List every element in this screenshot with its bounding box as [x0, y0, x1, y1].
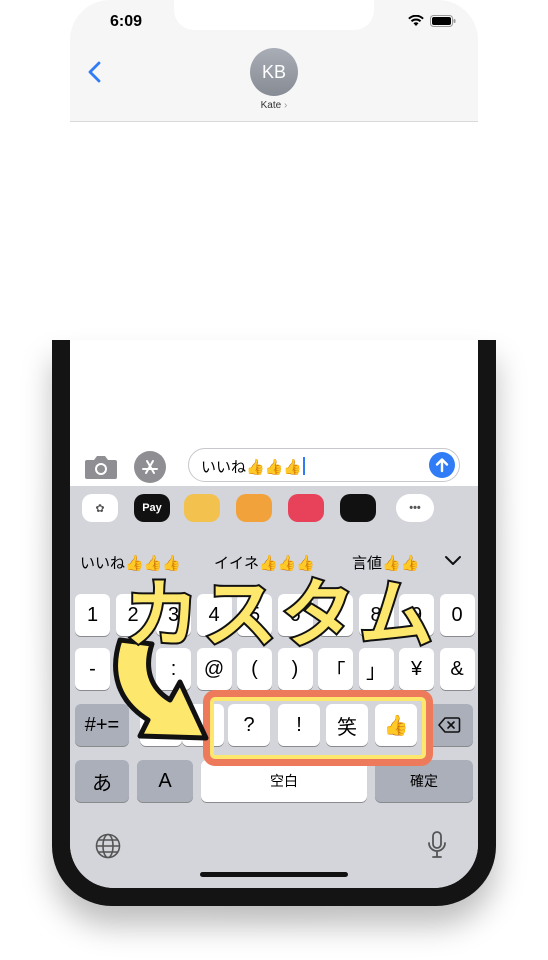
- space-key[interactable]: 空白: [201, 760, 367, 802]
- appstore-glyph-icon: [142, 460, 158, 474]
- composer-row: いいね👍👍👍: [70, 444, 478, 488]
- key-symbol[interactable]: &: [439, 648, 475, 690]
- text-caret: [303, 457, 306, 475]
- confirm-key[interactable]: 確定: [375, 760, 473, 802]
- memoji-app-icon[interactable]: [184, 494, 220, 522]
- microphone-icon[interactable]: [426, 830, 448, 860]
- send-button[interactable]: [429, 452, 455, 478]
- message-input[interactable]: いいね👍👍👍: [188, 448, 460, 482]
- message-text: いいね👍👍👍: [201, 456, 306, 477]
- send-arrow-icon: [435, 458, 449, 473]
- conversation-header: 6:09 KB Kate ›: [70, 0, 478, 122]
- notch: [174, 0, 374, 30]
- appstore-icon[interactable]: [134, 451, 166, 483]
- key-kana-mode[interactable]: あ: [75, 760, 129, 802]
- expand-candidates-chevron-icon[interactable]: [444, 554, 462, 568]
- status-icons: [408, 15, 456, 27]
- delete-icon: [437, 717, 460, 733]
- avatar[interactable]: KB: [250, 48, 298, 96]
- status-time: 6:09: [110, 13, 143, 30]
- page: 6:09 KB Kate › いいね👍👍👍 ✿ Pay ••• いいね👍👍👍 イ…: [0, 0, 548, 960]
- animoji-app-icon[interactable]: [236, 494, 272, 522]
- contact-name-label: Kate: [260, 100, 282, 111]
- home-indicator: [200, 872, 348, 877]
- more-apps-icon[interactable]: •••: [396, 494, 434, 522]
- photos-app-icon[interactable]: ✿: [82, 494, 118, 522]
- back-chevron-icon[interactable]: [84, 60, 106, 84]
- contact-chevron-icon: ›: [284, 100, 288, 111]
- applepay-app-icon[interactable]: Pay: [134, 494, 170, 522]
- digital-touch-app-icon[interactable]: [340, 494, 376, 522]
- globe-icon[interactable]: [94, 832, 122, 860]
- contact-name[interactable]: Kate ›: [70, 100, 478, 111]
- battery-icon: [430, 15, 456, 27]
- overlay-title: カスタム: [123, 571, 437, 658]
- camera-icon[interactable]: [84, 454, 118, 480]
- key-digit[interactable]: 0: [439, 594, 475, 636]
- wifi-icon: [408, 15, 424, 26]
- app-strip: ✿ Pay •••: [70, 486, 478, 534]
- key-alpha-mode[interactable]: A: [137, 760, 193, 802]
- search-images-app-icon[interactable]: [288, 494, 324, 522]
